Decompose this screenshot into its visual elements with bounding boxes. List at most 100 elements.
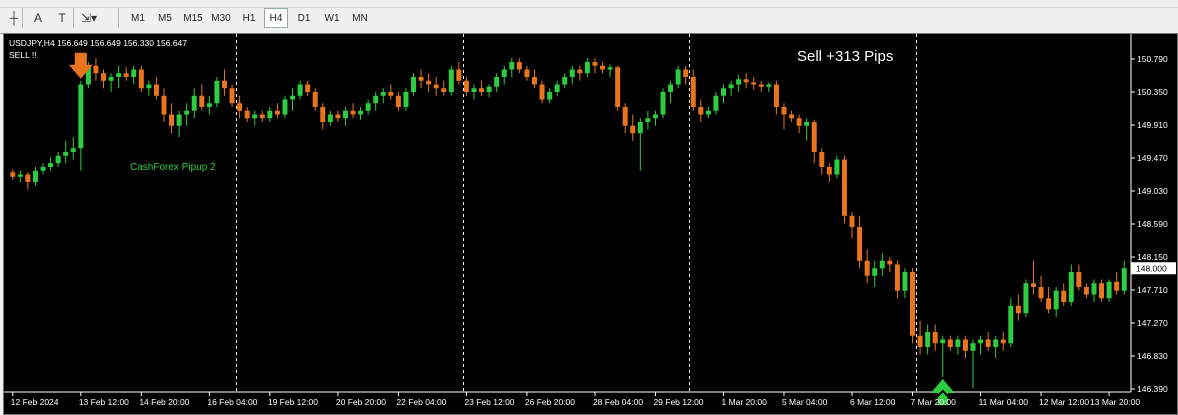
candle-body — [773, 84, 779, 107]
price-tick-label: 148.150 — [1137, 252, 1168, 262]
price-tick-label: 149.470 — [1137, 153, 1168, 163]
candle-body — [237, 103, 243, 111]
candle-body — [267, 110, 273, 119]
candle-body — [101, 73, 107, 81]
candle-body — [290, 95, 296, 100]
candle-body — [32, 170, 38, 182]
candle-body — [864, 260, 870, 276]
time-tick-label: 20 Feb 20:00 — [336, 397, 386, 407]
candle-body — [48, 163, 54, 167]
candle-body — [1099, 283, 1105, 299]
time-tick-label: 5 Mar 04:00 — [782, 397, 828, 407]
candle-body — [1083, 287, 1089, 295]
candle-body — [365, 103, 371, 111]
candle-body — [789, 114, 795, 119]
candle-body — [547, 92, 553, 100]
price-tick-label: 147.710 — [1137, 285, 1168, 295]
candle-body — [1091, 283, 1097, 295]
candle-body — [380, 92, 386, 96]
candle-body — [1106, 281, 1112, 299]
candle-body — [259, 114, 265, 119]
candle-body — [138, 69, 144, 89]
candle-body — [728, 84, 734, 89]
candle-body — [1030, 283, 1036, 287]
candle-body — [433, 84, 439, 89]
candle-body — [463, 80, 469, 92]
candle-body — [426, 80, 432, 85]
candle-body — [418, 77, 424, 81]
chart-header: USDJPY,H4 156.649 156.649 156.330 156.64… — [9, 38, 188, 48]
candle-body — [116, 73, 122, 77]
time-tick-label: 14 Feb 20:00 — [139, 397, 189, 407]
candle-body — [826, 167, 832, 175]
candle-body — [970, 343, 976, 351]
candle-body — [252, 114, 258, 119]
candle-body — [153, 84, 159, 96]
candle-body — [668, 84, 674, 92]
candle-body — [282, 99, 288, 115]
candle-body — [713, 95, 719, 111]
candle-body — [804, 122, 810, 126]
candle-body — [342, 110, 348, 119]
candle-body — [335, 114, 341, 119]
candle-body — [1076, 272, 1082, 287]
time-tick-label: 7 Mar 20:00 — [911, 397, 957, 407]
candle-body — [1068, 272, 1074, 302]
candle-body — [131, 69, 137, 77]
candle-body — [395, 95, 401, 107]
candle-body — [524, 69, 530, 77]
candle-body — [373, 95, 379, 104]
candle-body — [176, 114, 182, 126]
candle-body — [720, 88, 726, 96]
candle-body — [516, 62, 522, 70]
candlestick-chart[interactable]: 150.790 150.350 149.910 149.470 149.030 148.5… — [0, 0, 1178, 415]
price-tick-label: 150.790 — [1137, 54, 1168, 64]
candle-body — [637, 122, 643, 134]
candle-body — [169, 114, 175, 126]
price-tick-label: 148.590 — [1137, 219, 1168, 229]
candle-body — [509, 62, 515, 70]
candle-body — [199, 95, 205, 107]
candle-body — [441, 88, 447, 92]
time-tick-label: 23 Feb 12:00 — [464, 397, 514, 407]
time-tick-label: 16 Feb 04:00 — [207, 397, 257, 407]
candle-body — [962, 339, 968, 351]
candle-body — [63, 152, 69, 156]
candle-body — [993, 339, 999, 347]
candle-body — [932, 332, 938, 344]
candle-body — [879, 260, 885, 269]
candle-body — [206, 103, 212, 107]
candle-body — [683, 69, 689, 77]
candle-body — [834, 159, 840, 175]
candle-body — [305, 84, 311, 92]
candle-body — [448, 69, 454, 92]
candle-body — [108, 77, 114, 81]
candle-body — [917, 335, 923, 347]
candle-body — [947, 339, 953, 347]
candle-body — [849, 215, 855, 227]
time-tick-label: 19 Feb 12:00 — [268, 397, 318, 407]
candle-body — [554, 84, 560, 92]
candle-body — [388, 92, 394, 96]
candle-body — [705, 110, 711, 115]
candle-body — [894, 264, 900, 291]
candle-body — [622, 107, 628, 126]
time-tick-label: 11 Mar 04:00 — [979, 397, 1029, 407]
time-tick-label: 22 Feb 04:00 — [396, 397, 446, 407]
price-tick-label: 149.910 — [1137, 120, 1168, 130]
time-tick-label: 6 Mar 12:00 — [850, 397, 896, 407]
candle-body — [902, 272, 908, 291]
candle-body — [70, 148, 76, 152]
candle-body — [758, 84, 764, 87]
candle-body — [214, 80, 220, 104]
candle-body — [531, 77, 537, 85]
candle-body — [630, 125, 636, 134]
candle-body — [978, 339, 984, 344]
candle-body — [577, 69, 583, 74]
candle-body — [857, 227, 863, 261]
candle-body — [1000, 339, 1006, 344]
candle-body — [1038, 287, 1044, 299]
candle-body — [1046, 298, 1052, 310]
candle-body — [403, 92, 409, 107]
candle-body — [297, 84, 303, 96]
